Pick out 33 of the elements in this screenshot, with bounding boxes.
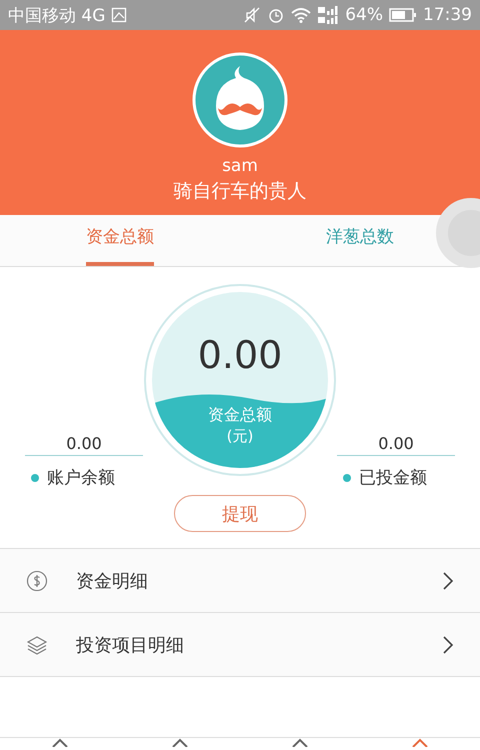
gauge-label: 资金总额 xyxy=(208,405,272,426)
chevron-right-icon xyxy=(442,570,454,590)
menu-label: 投资项目明细 xyxy=(76,634,185,656)
clock-text: 17:39 xyxy=(423,5,472,25)
battery-icon xyxy=(389,7,417,23)
invested-label: 已投金额 xyxy=(359,467,427,489)
unit-label: (元) xyxy=(226,427,254,446)
tab[interactable]: 洋葱总数 xyxy=(326,225,394,266)
nav-icon[interactable] xyxy=(52,738,68,747)
total-value: 0.00 xyxy=(198,333,282,377)
user-title: 骑自行车的贵人 xyxy=(174,179,306,204)
nav-icon[interactable] xyxy=(292,738,308,747)
signal-icon xyxy=(317,5,340,25)
wifi-icon xyxy=(291,7,312,23)
nav-icon[interactable] xyxy=(172,738,188,747)
menu-row[interactable]: 投资项目明细 xyxy=(0,613,480,677)
menu-row[interactable]: 资金明细 xyxy=(0,549,480,613)
invested-value: 0.00 xyxy=(378,434,414,453)
nav-icon[interactable] xyxy=(412,738,428,747)
menu-label: 资金明细 xyxy=(76,570,149,592)
withdraw-button[interactable]: 提现 xyxy=(174,495,306,532)
carrier-text: 中国移动 4G xyxy=(8,4,106,26)
battery-text: 64% xyxy=(345,5,383,25)
balance-value: 0.00 xyxy=(66,434,102,453)
layers-icon xyxy=(26,634,48,656)
dollar-icon xyxy=(26,570,48,592)
mute-icon xyxy=(243,6,262,24)
user-name: sam xyxy=(222,156,258,176)
image-icon xyxy=(111,7,128,23)
avatar-icon[interactable] xyxy=(192,52,288,148)
tab[interactable]: 资金总额 xyxy=(86,225,154,266)
balance-label: 账户余额 xyxy=(47,467,115,489)
chevron-right-icon xyxy=(442,634,454,654)
